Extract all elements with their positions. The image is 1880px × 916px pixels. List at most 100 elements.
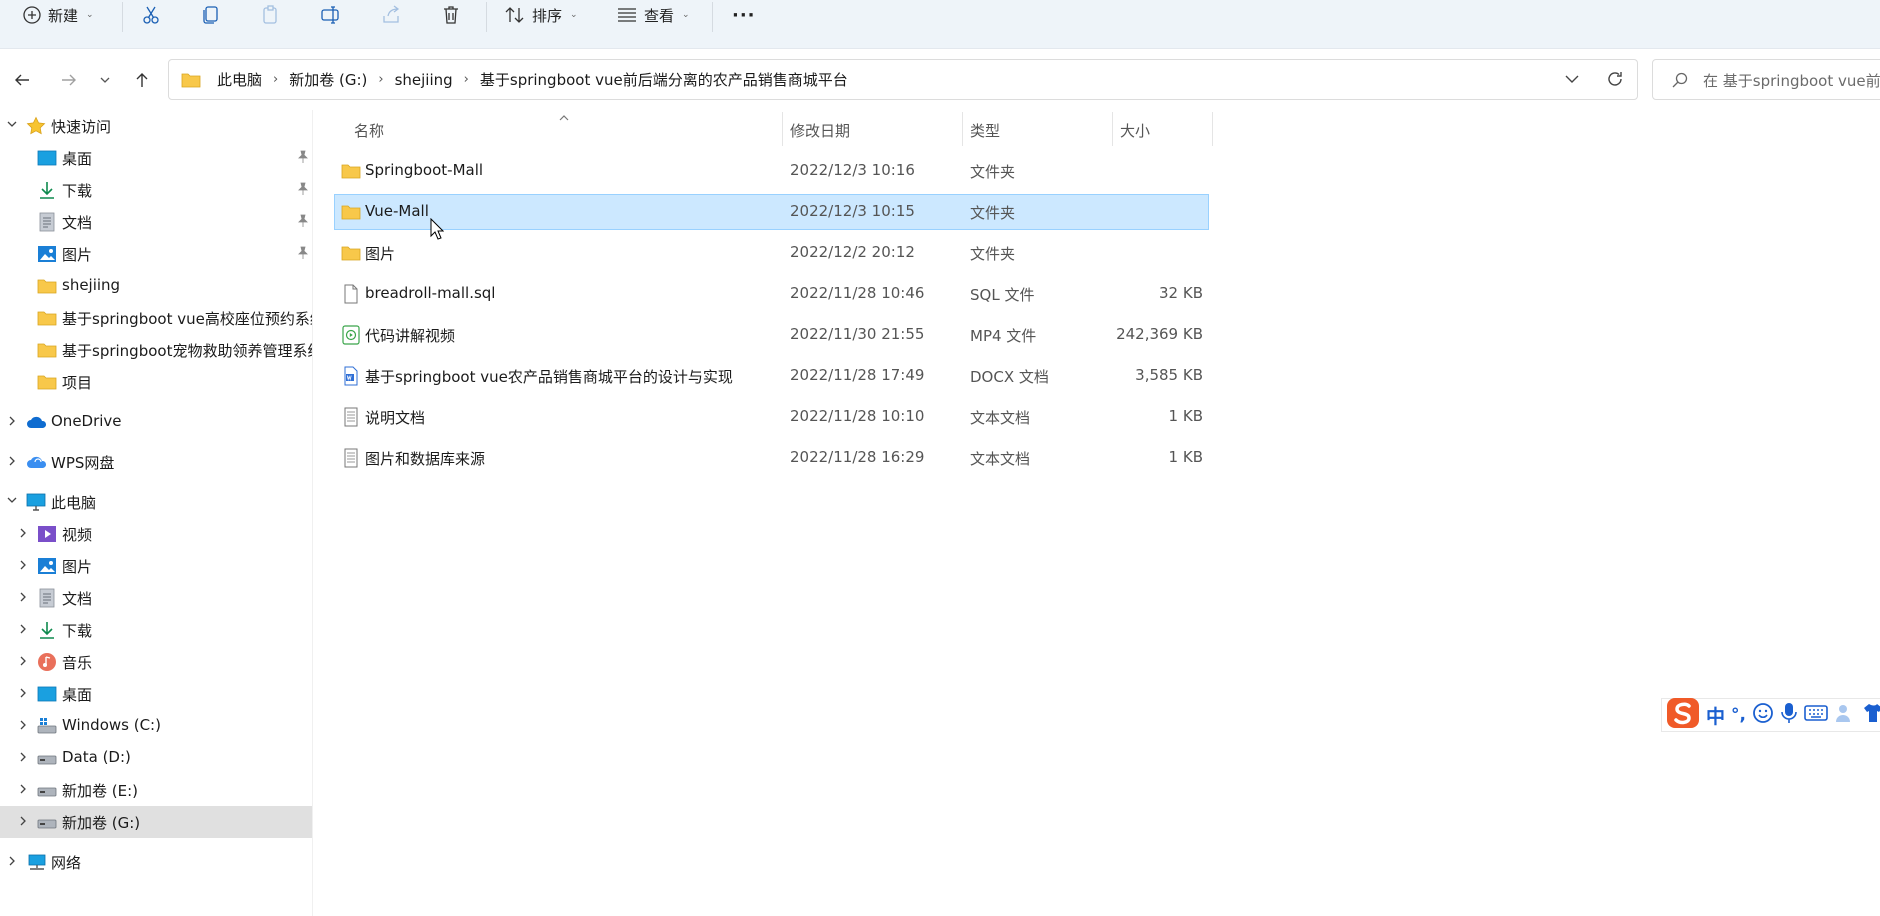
folder-icon [37,372,57,392]
pin-icon[interactable] [296,150,310,168]
file-size: 32 KB [1159,284,1203,302]
back-button[interactable] [8,66,36,94]
skin-shirt-icon[interactable] [1862,702,1880,728]
chevron-right-icon[interactable] [6,855,18,870]
chevron-right-icon[interactable] [17,623,29,638]
nav-network[interactable]: 网络 [0,846,312,878]
chevron-right-icon[interactable] [17,559,29,574]
column-divider[interactable] [1112,112,1113,146]
drive-icon [37,780,57,800]
nav-pc-documents[interactable]: 文档 [0,582,312,614]
file-type: 文件夹 [970,163,1016,181]
pin-icon[interactable] [296,182,310,200]
nav-music[interactable]: 音乐 [0,646,312,678]
column-divider[interactable] [962,112,963,146]
forward-button[interactable] [55,66,83,94]
ime-mode-toggle[interactable]: 中 [1706,702,1725,729]
table-row[interactable]: 图片和数据库来源 2022/11/28 16:29 文本文档 1 KB [335,441,1208,475]
nav-pc-pictures[interactable]: 图片 [0,550,312,582]
nav-folder-projects[interactable]: 项目 [0,366,312,398]
chevron-right-icon[interactable] [17,687,29,702]
table-row[interactable]: Vue-Mall 2022/12/3 10:15 文件夹 [334,194,1209,230]
chevron-right-icon[interactable]: › [273,72,278,87]
search-box[interactable]: 在 基于springboot vue前后 [1652,59,1880,100]
pane-divider[interactable] [312,110,313,916]
sort-icon [505,7,524,23]
view-button[interactable]: 查看 ⌄ [616,0,690,30]
nav-downloads[interactable]: 下载 [0,174,312,206]
column-header-size[interactable]: 大小 [1120,120,1150,141]
delete-button[interactable] [440,0,462,30]
table-row[interactable]: 图片 2022/12/2 20:12 文件夹 [335,236,1208,270]
nav-wps-cloud[interactable]: WPS网盘 [0,446,312,478]
chevron-down-icon[interactable] [6,494,18,509]
chevron-down-icon[interactable] [6,118,18,133]
nav-onedrive[interactable]: OneDrive [0,406,312,438]
breadcrumb-item[interactable]: 此电脑 [217,69,262,90]
column-divider[interactable] [1212,112,1213,146]
sogou-logo-icon[interactable] [1666,697,1700,733]
file-date: 2022/12/3 10:15 [790,202,915,220]
copy-button[interactable] [200,0,222,30]
chevron-right-icon[interactable] [17,527,29,542]
table-row[interactable]: Springboot-Mall 2022/12/3 10:16 文件夹 [335,154,1208,188]
nav-videos[interactable]: 视频 [0,518,312,550]
column-header-name[interactable]: 名称 [354,120,384,141]
nav-drive-e[interactable]: 新加卷 (E:) [0,774,312,806]
nav-documents[interactable]: 文档 [0,206,312,238]
paste-button[interactable] [260,0,282,30]
pin-icon[interactable] [296,246,310,264]
table-row[interactable]: 说明文档 2022/11/28 10:10 文本文档 1 KB [335,400,1208,434]
rename-button[interactable] [320,0,342,30]
breadcrumb-item[interactable]: shejiing [395,71,453,89]
refresh-button[interactable] [1605,69,1625,93]
nav-desktop[interactable]: 桌面 [0,142,312,174]
nav-drive-d[interactable]: Data (D:) [0,742,312,774]
breadcrumb-item[interactable]: 基于springboot vue前后端分离的农产品销售商城平台 [480,69,848,90]
emoji-icon[interactable] [1752,702,1774,728]
new-button[interactable]: 新建 ⌄ [22,0,94,30]
column-header-date[interactable]: 修改日期 [790,120,850,141]
chevron-right-icon[interactable]: › [464,72,469,87]
nav-folder-seat-reservation[interactable]: 基于springboot vue高校座位预约系统 [0,302,312,334]
pin-icon[interactable] [296,214,310,232]
sort-button[interactable]: 排序 ⌄ [504,0,578,30]
nav-drive-c[interactable]: Windows (C:) [0,710,312,742]
table-row[interactable]: breadroll-mall.sql 2022/11/28 10:46 SQL … [335,277,1208,311]
nav-quick-access[interactable]: 快速访问 [0,110,312,142]
chevron-right-icon[interactable] [17,815,29,830]
nav-this-pc[interactable]: 此电脑 [0,486,312,518]
chevron-right-icon[interactable] [17,591,29,606]
chevron-right-icon[interactable] [17,655,29,670]
up-button[interactable] [128,66,156,94]
microphone-icon[interactable] [1780,702,1798,728]
nav-pc-downloads[interactable]: 下载 [0,614,312,646]
column-header-type[interactable]: 类型 [970,120,1000,141]
chevron-right-icon[interactable] [17,783,29,798]
table-row[interactable]: 基于springboot vue农产品销售商城平台的设计与实现 2022/11/… [335,359,1208,393]
ime-toolbar[interactable]: 中 °, [1661,698,1880,732]
nav-folder-shejiing[interactable]: shejiing [0,270,312,302]
nav-pc-desktop[interactable]: 桌面 [0,678,312,710]
chevron-right-icon[interactable] [17,719,29,734]
address-history-button[interactable] [1563,70,1581,92]
cut-button[interactable] [140,0,162,30]
keyboard-icon[interactable] [1804,704,1828,726]
breadcrumb-item[interactable]: 新加卷 (G:) [289,69,367,90]
nav-folder-pet-rescue[interactable]: 基于springboot宠物救助领养管理系统 [0,334,312,366]
column-divider[interactable] [782,112,783,146]
nav-pictures[interactable]: 图片 [0,238,312,270]
chevron-right-icon[interactable] [6,415,18,430]
share-button[interactable] [380,0,402,30]
more-options-button[interactable]: ··· [732,0,756,30]
recent-locations-button[interactable] [93,66,117,94]
nav-drive-g[interactable]: 新加卷 (G:) [0,806,312,838]
chevron-right-icon[interactable] [6,455,18,470]
user-settings-icon[interactable] [1834,702,1856,728]
table-row[interactable]: 代码讲解视频 2022/11/30 21:55 MP4 文件 242,369 K… [335,318,1208,352]
chevron-right-icon[interactable]: › [378,72,383,87]
address-bar[interactable]: › 此电脑 › 新加卷 (G:) › shejiing › 基于springbo… [168,59,1638,100]
toolbar-separator [712,2,713,32]
chevron-right-icon[interactable] [17,751,29,766]
ime-punctuation-toggle[interactable]: °, [1731,705,1746,725]
